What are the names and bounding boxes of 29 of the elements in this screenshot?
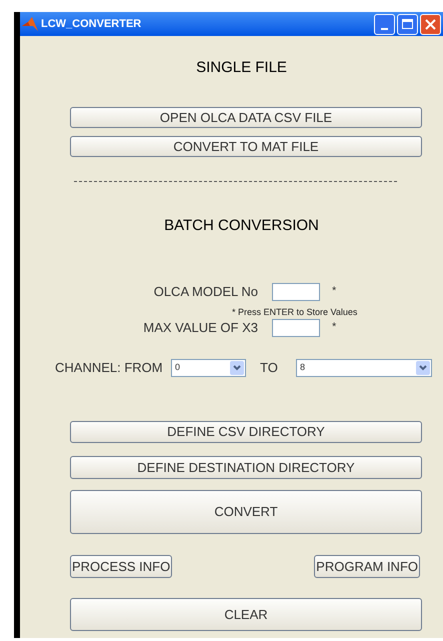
button[interactable]: CONVERT TO MAT FILE xyxy=(70,136,422,157)
button[interactable]: CONVERT xyxy=(70,490,422,534)
close-icon xyxy=(425,18,436,30)
app-logo-icon xyxy=(22,17,38,31)
section-heading: SINGLE FILE xyxy=(196,58,287,78)
chevron-down-icon xyxy=(416,361,430,375)
channel-label: CHANNEL: FROM xyxy=(55,359,164,378)
input-field[interactable] xyxy=(272,319,320,337)
window-title: LCW_CONVERTER xyxy=(41,16,142,32)
button[interactable]: PROCESS INFO xyxy=(70,555,172,578)
button[interactable]: PROGRAM INFO xyxy=(314,555,420,578)
button[interactable]: DEFINE DESTINATION DIRECTORY xyxy=(70,456,422,479)
input-field[interactable] xyxy=(272,283,320,301)
to-label: TO xyxy=(260,359,279,378)
minimize-button[interactable] xyxy=(374,14,395,34)
maximize-button[interactable] xyxy=(397,14,418,34)
close-button[interactable] xyxy=(420,14,441,34)
hint-text: * Press ENTER to Store Values xyxy=(232,307,358,318)
required-mark: * xyxy=(332,320,336,335)
button[interactable]: CLEAR xyxy=(70,598,422,631)
chevron-down-icon xyxy=(230,361,244,375)
dropdown[interactable]: 8 xyxy=(296,359,432,377)
required-mark: * xyxy=(332,284,336,299)
section-heading: BATCH CONVERSION xyxy=(164,216,319,236)
button[interactable]: DEFINE CSV DIRECTORY xyxy=(70,421,422,443)
button[interactable]: OPEN OLCA DATA CSV FILE xyxy=(70,107,422,128)
field-label: OLCA MODEL No xyxy=(152,283,258,302)
dropdown[interactable]: 0 xyxy=(171,359,246,377)
field-label: MAX VALUE OF X3 xyxy=(142,319,258,338)
